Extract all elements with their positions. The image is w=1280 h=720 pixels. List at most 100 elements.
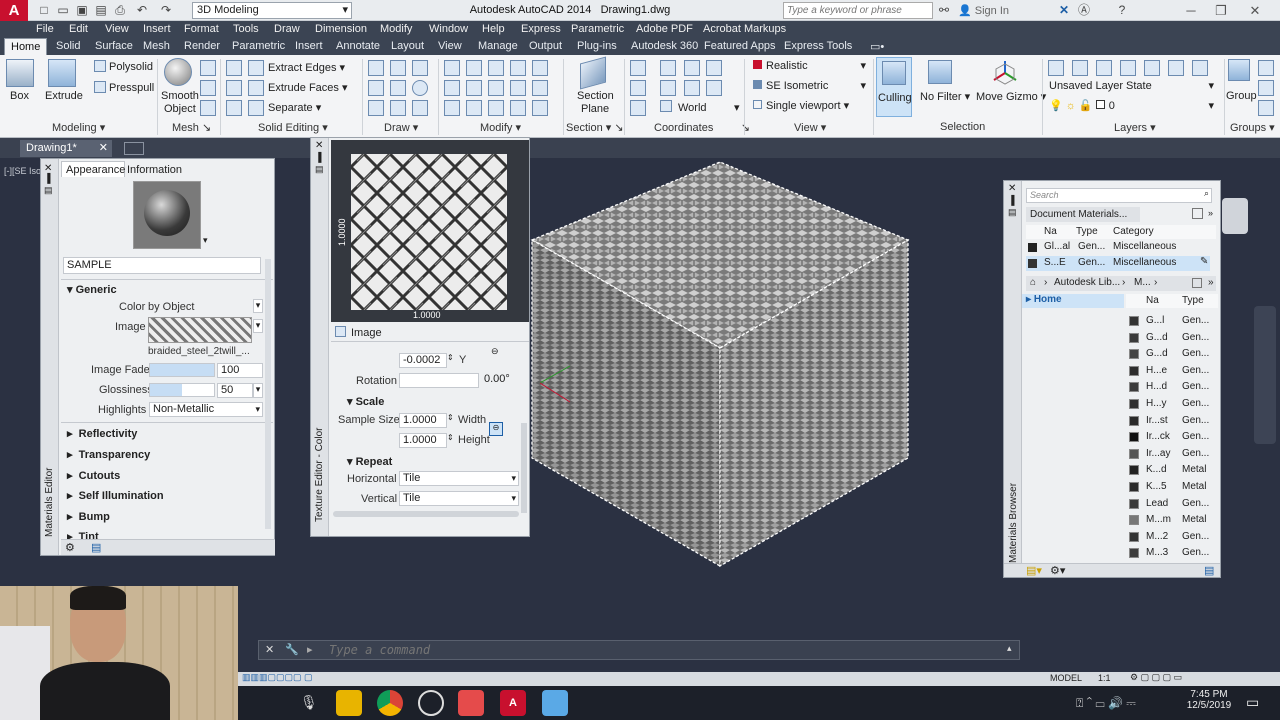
ucs-object-icon[interactable] [684, 80, 700, 96]
navigation-bar[interactable] [1254, 306, 1276, 444]
autocad-taskbar-icon[interactable]: A [500, 690, 526, 716]
line-icon[interactable] [368, 60, 384, 76]
link-icon[interactable]: ⊖ [491, 346, 499, 357]
tab-mesh[interactable]: Mesh [143, 40, 170, 52]
join-icon[interactable] [510, 100, 526, 116]
material-search-input[interactable]: Search [1026, 188, 1212, 203]
menu-tools[interactable]: Tools [233, 23, 259, 35]
panel-modify[interactable]: Modify ▾ [480, 121, 521, 134]
tab-appearance[interactable]: Appearance [61, 161, 125, 177]
clock-app-icon[interactable] [418, 690, 444, 716]
polysolid-icon[interactable] [94, 60, 106, 72]
subtract-icon[interactable] [226, 80, 242, 96]
ucs-view-icon[interactable] [706, 80, 722, 96]
ucs-named-icon[interactable] [630, 100, 646, 116]
panel-draw[interactable]: Draw ▾ [384, 121, 418, 134]
list-item[interactable]: G...d Gen... [1125, 346, 1211, 362]
scale-icon[interactable] [510, 80, 526, 96]
arc-icon[interactable] [412, 60, 428, 76]
move-gizmo-button[interactable]: Move Gizmo ▾ [976, 90, 1046, 103]
column-name[interactable]: Na [1044, 226, 1057, 237]
document-materials-dropdown[interactable]: Document Materials... [1026, 207, 1140, 222]
panel-solid-editing[interactable]: Solid Editing ▾ [258, 121, 328, 134]
culling-button[interactable]: Culling [876, 57, 912, 117]
extrude-faces-button[interactable]: Extrude Faces ▾ [268, 81, 348, 94]
exchange-icon[interactable]: ✕ [1056, 3, 1072, 18]
mesh-tool-icon[interactable] [200, 80, 216, 96]
panel-section[interactable]: Section ▾ ↘ [566, 121, 624, 134]
vertical-scrollbar[interactable] [521, 423, 527, 513]
save-as-icon[interactable]: ▤ [93, 3, 109, 18]
offset-y-field[interactable]: -0.0002 [399, 353, 447, 368]
no-filter-icon[interactable] [928, 60, 952, 84]
recent-commands-icon[interactable]: ▸ [307, 643, 313, 656]
list-item[interactable]: H...d Gen... [1125, 379, 1211, 395]
panel-mesh[interactable]: Mesh ↘ [172, 121, 211, 134]
menu-modify[interactable]: Modify [380, 23, 412, 35]
status-tools-icon[interactable]: ▥▥▥▢▢▢▢ ▢ [242, 672, 313, 683]
image-thumbnail[interactable] [148, 317, 252, 343]
mesh-tool-icon[interactable] [200, 100, 216, 116]
list-item[interactable]: G...d Gen... [1125, 330, 1211, 346]
horizontal-dropdown[interactable]: Tile ▾ [399, 471, 519, 486]
ucs-z-icon[interactable] [706, 60, 722, 76]
chevron-up-icon[interactable]: ▴ [1007, 643, 1012, 654]
autohide-icon[interactable]: ▐ [1008, 195, 1014, 205]
list-item[interactable]: H...y Gen... [1125, 396, 1211, 412]
presspull-icon[interactable] [94, 81, 106, 93]
material-options-icon[interactable]: ⚙▾ [1050, 564, 1065, 577]
create-material-icon[interactable]: ▤▾ [1026, 564, 1042, 577]
annotation-scale[interactable]: 1:1 [1098, 673, 1111, 683]
autohide-icon[interactable]: ▐ [315, 152, 321, 162]
extrude-icon[interactable] [48, 59, 76, 87]
panel-menu-icon[interactable]: » [1208, 208, 1213, 218]
viewcube-icon[interactable] [1222, 198, 1248, 234]
table-row[interactable]: Gl...al Gen... Miscellaneous [1026, 240, 1210, 255]
close-palette-icon[interactable]: ✕ [315, 140, 323, 151]
layer-state-dropdown[interactable]: Unsaved Layer State ▾ [1046, 79, 1218, 96]
palette-properties-icon[interactable]: ▤ [315, 164, 324, 175]
close-command-line-icon[interactable]: ✕ [265, 643, 274, 656]
edit-material-icon[interactable]: ✎ [1200, 256, 1208, 267]
clock[interactable]: 7:45 PM 12/5/2019 [1186, 689, 1232, 711]
tree-item-home[interactable]: ▸ Home [1022, 294, 1124, 308]
group-button[interactable]: Group [1226, 90, 1257, 102]
vertical-dropdown[interactable]: Tile ▾ [399, 491, 519, 506]
menu-express[interactable]: Express [521, 23, 561, 35]
ucs-world-dropdown[interactable]: World ▾ [678, 101, 740, 114]
scale-section[interactable]: ▾ Scale [347, 395, 384, 408]
system-tray-icons[interactable]: ⍰ ⌃ ▭ 🔊 ⎓ [1076, 696, 1136, 711]
restore-window-icon[interactable]: ❐ [1210, 2, 1232, 19]
highlights-dropdown[interactable]: Non-Metallic ▾ [149, 402, 263, 417]
file-explorer-icon[interactable] [336, 690, 362, 716]
photo-app-icon[interactable] [458, 690, 484, 716]
array-icon[interactable] [466, 80, 482, 96]
ucs-y-icon[interactable] [684, 60, 700, 76]
spinner-icon[interactable]: ⇕ [447, 433, 454, 442]
status-icons[interactable]: ⚙ ▢ ▢ ▢ ▭ [1130, 672, 1182, 683]
chevron-down-icon[interactable]: ▾ [253, 299, 263, 313]
presspull-button[interactable]: Presspull [109, 82, 154, 94]
polyline-icon[interactable] [390, 60, 406, 76]
tab-autodesk-360[interactable]: Autodesk 360 [631, 40, 698, 52]
repeat-section[interactable]: ▾ Repeat [347, 455, 392, 468]
separate-button[interactable]: Separate ▾ [268, 101, 321, 114]
move-icon[interactable] [444, 60, 460, 76]
binoculars-icon[interactable]: ⚯ [936, 3, 952, 18]
circle-icon[interactable] [412, 80, 428, 96]
workspace-dropdown[interactable]: 3D Modeling ▾ [192, 2, 352, 19]
tab-surface[interactable]: Surface [95, 40, 133, 52]
question-icon[interactable]: ? [1114, 3, 1130, 18]
tab-view[interactable]: View [438, 40, 462, 52]
layer-properties-icon[interactable] [1048, 60, 1064, 76]
extrude-faces-icon[interactable] [248, 80, 264, 96]
menu-insert[interactable]: Insert [143, 23, 171, 35]
materials-browser-toggle-icon[interactable]: ▤ [91, 541, 101, 554]
column-category[interactable]: Category [1113, 226, 1154, 237]
separate-icon[interactable] [248, 100, 264, 116]
panel-modeling[interactable]: Modeling ▾ [52, 121, 105, 134]
list-item[interactable]: K...d Metal [1125, 462, 1211, 478]
list-item[interactable]: G...l Gen... [1125, 313, 1211, 329]
chevron-down-icon[interactable]: ▾ [253, 319, 263, 333]
menu-acrobat-markups[interactable]: Acrobat Markups [703, 23, 786, 35]
